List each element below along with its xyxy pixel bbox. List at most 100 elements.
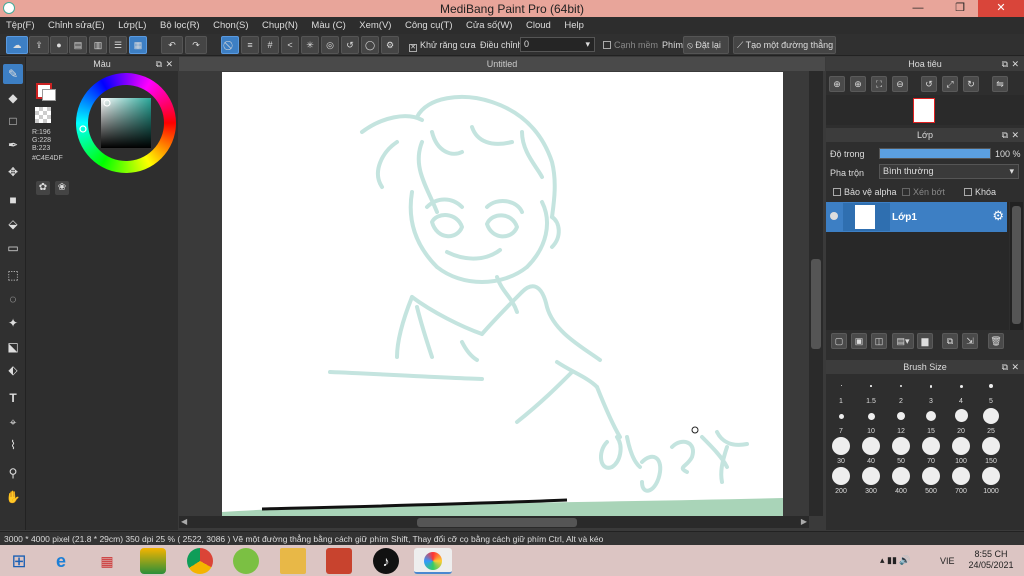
chat-icon[interactable]: ▤	[69, 36, 87, 54]
float-icon[interactable]: ⧉	[1002, 360, 1008, 374]
brush-size-item[interactable]: 1.5	[856, 375, 886, 405]
chrome-icon[interactable]	[187, 548, 213, 574]
vertical-scroll-thumb[interactable]	[811, 259, 821, 349]
radial-snap-icon[interactable]: ✳	[301, 36, 319, 54]
control-panel-icon[interactable]: ▦	[94, 548, 120, 574]
app-green-icon[interactable]	[233, 548, 259, 574]
brush-size-item[interactable]: 2	[886, 375, 916, 405]
brush-size-item[interactable]: 3	[916, 375, 946, 405]
menu-view[interactable]: Xem(V)	[353, 17, 396, 31]
medibang-taskbar-button[interactable]	[414, 548, 452, 574]
list-icon[interactable]: ☰	[109, 36, 127, 54]
palette-cloud-icon[interactable]: ❀	[55, 181, 69, 195]
brush-size-item[interactable]: 10	[856, 405, 886, 435]
antialias-checkbox[interactable]: ✕ Khử răng cưa	[409, 40, 476, 52]
transparent-swatch[interactable]	[35, 107, 51, 123]
float-icon[interactable]: ⧉	[156, 57, 162, 71]
eye-icon[interactable]	[830, 212, 838, 220]
gradient-tool-icon[interactable]: ▭	[3, 238, 23, 258]
protect-alpha-checkbox[interactable]: Bảo vệ alpha	[833, 187, 897, 197]
document-tab[interactable]: Untitled	[179, 57, 825, 71]
presentation-app-icon[interactable]	[326, 548, 352, 574]
menu-cloud[interactable]: Cloud	[520, 17, 556, 31]
brush-size-item[interactable]: 15	[916, 405, 946, 435]
brush-size-item[interactable]: 30	[826, 435, 856, 465]
eyedropper-tool-icon[interactable]: ⚲	[3, 463, 23, 483]
bucket-tool-icon[interactable]: ⬙	[3, 214, 23, 234]
brush-size-item[interactable]: 1	[826, 375, 856, 405]
page-icon[interactable]: ▥	[89, 36, 107, 54]
brush-size-item[interactable]: 1000	[976, 465, 1006, 495]
vertical-scrollbar[interactable]	[809, 71, 823, 516]
brush-tool-icon[interactable]: ✎	[3, 64, 23, 84]
brush-size-item[interactable]: 7	[826, 405, 856, 435]
fit-icon[interactable]: ⛶	[871, 76, 887, 92]
menu-edit[interactable]: Chỉnh sửa(E)	[42, 17, 110, 31]
close-icon[interactable]: ✕	[1011, 57, 1019, 71]
float-icon[interactable]: ⧉	[1002, 128, 1008, 142]
layer-settings-icon[interactable]: ⚙	[992, 208, 1004, 224]
background-swatch[interactable]	[42, 89, 56, 101]
comment-icon[interactable]: ●	[50, 36, 68, 54]
brush-size-item[interactable]: 150	[976, 435, 1006, 465]
file-explorer-icon[interactable]	[280, 548, 306, 574]
redo-icon[interactable]: ↷	[185, 36, 207, 54]
brush-size-item[interactable]: 700	[946, 465, 976, 495]
edge-checkbox[interactable]: Cạnh mềm	[603, 40, 658, 50]
scroll-left-icon[interactable]: ◀	[181, 517, 187, 526]
restore-button[interactable]: ❐	[946, 0, 974, 17]
blend-dropdown[interactable]: Bình thường ▾	[879, 164, 1019, 179]
brush-size-item[interactable]: 500	[916, 465, 946, 495]
menu-layer[interactable]: Lớp(L)	[112, 17, 151, 31]
brush-size-item[interactable]: 12	[886, 405, 916, 435]
navigator-viewport[interactable]	[913, 98, 935, 123]
clip-checkbox[interactable]: Xén bớt	[902, 187, 945, 197]
close-icon[interactable]: ✕	[1011, 360, 1019, 374]
delete-layer-icon[interactable]: 🗑	[988, 333, 1004, 349]
folder-icon[interactable]: ▆	[917, 333, 933, 349]
brush-size-item[interactable]: 70	[916, 435, 946, 465]
internet-explorer-icon[interactable]: e	[48, 548, 74, 574]
new-halftone-layer-icon[interactable]: ▣	[851, 333, 867, 349]
brush-size-item[interactable]: 20	[946, 405, 976, 435]
cross-snap-icon[interactable]: #	[261, 36, 279, 54]
navigator-preview[interactable]	[826, 95, 1024, 125]
snap-settings-icon[interactable]: ⚙	[381, 36, 399, 54]
brush-size-item[interactable]: 4	[946, 375, 976, 405]
fit-screen-icon[interactable]: ⤢	[942, 76, 958, 92]
color-wheel[interactable]	[76, 73, 176, 173]
brush-size-item[interactable]: 200	[826, 465, 856, 495]
menu-capture[interactable]: Chụp(N)	[256, 17, 303, 31]
zoom-in-icon[interactable]: ⊕	[829, 76, 845, 92]
close-icon[interactable]: ✕	[165, 57, 173, 71]
windows-start-icon[interactable]: ⊞	[6, 548, 32, 574]
operation-tool-icon[interactable]: ⌖	[3, 412, 23, 432]
float-icon[interactable]: ⧉	[1002, 57, 1008, 71]
brush-size-item[interactable]: 5	[976, 375, 1006, 405]
merge-down-icon[interactable]: ⇲	[962, 333, 978, 349]
layer-scrollbar[interactable]	[1010, 202, 1023, 330]
bluestacks-icon[interactable]	[140, 548, 166, 574]
language-indicator[interactable]: VIE	[940, 556, 955, 566]
clock[interactable]: 8:55 CH 24/05/2021	[966, 549, 1016, 571]
drawing-canvas[interactable]	[222, 72, 783, 516]
scroll-right-icon[interactable]: ▶	[801, 517, 807, 526]
blur-tool-icon[interactable]: ⌇	[3, 435, 23, 455]
text-tool-icon[interactable]: T	[3, 388, 23, 408]
move-tool-icon[interactable]: ✥	[3, 162, 23, 182]
tiktok-icon[interactable]: ♪	[373, 548, 399, 574]
flip-icon[interactable]: ⇋	[992, 76, 1008, 92]
brush-size-item[interactable]: 25	[976, 405, 1006, 435]
fill-rect-tool-icon[interactable]: ■	[3, 190, 23, 210]
lock-checkbox[interactable]: Khóa	[964, 187, 996, 197]
undo-icon[interactable]: ↶	[161, 36, 183, 54]
horizontal-scrollbar[interactable]: ◀ ▶	[179, 516, 809, 528]
rotate-left-icon[interactable]: ↺	[921, 76, 937, 92]
circle-snap-icon[interactable]: ◎	[321, 36, 339, 54]
menu-color[interactable]: Màu (C)	[305, 17, 350, 31]
menu-window[interactable]: Cửa số(W)	[460, 17, 517, 31]
select-eraser-icon[interactable]: ⬖	[3, 360, 23, 380]
close-icon[interactable]: ✕	[1011, 128, 1019, 142]
menu-select[interactable]: Chọn(S)	[207, 17, 253, 31]
system-tray-icons[interactable]: ▴ ▮▮ 🔊	[880, 555, 911, 566]
